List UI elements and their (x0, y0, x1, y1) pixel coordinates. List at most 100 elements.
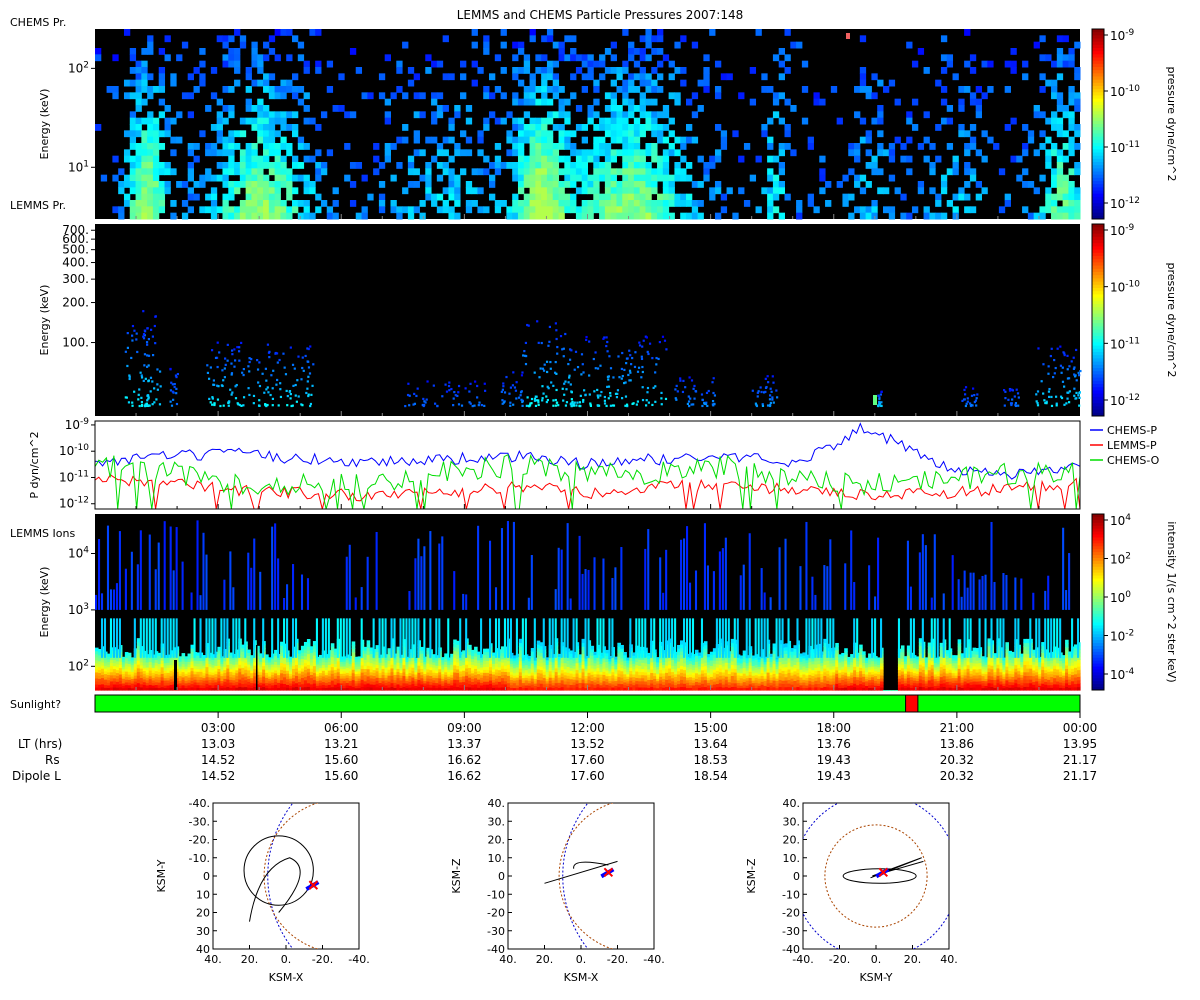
heat-cell (216, 98, 223, 106)
heat-cell (152, 162, 160, 169)
heat-cell (535, 117, 542, 125)
heat-cell (257, 193, 264, 201)
heat-cell (147, 212, 154, 220)
heat-cell (605, 336, 608, 339)
heat-cell (512, 193, 519, 201)
heat-cell (610, 67, 617, 74)
heat-cell (900, 212, 907, 220)
heat-cell (251, 174, 258, 182)
heat-cell (263, 155, 270, 163)
heat-cell (1051, 117, 1058, 125)
heat-cell (940, 181, 948, 188)
heat-cell (706, 404, 709, 408)
heat-cell (245, 200, 252, 207)
heat-cell (622, 79, 629, 87)
heat-cell (135, 92, 142, 100)
legend-label: CHEMS-P (1107, 424, 1157, 437)
heat-cell (530, 397, 534, 401)
heat-cell (564, 162, 571, 169)
heat-cell (587, 155, 594, 163)
heat-cell (284, 373, 288, 376)
heat-cell (871, 206, 878, 214)
heat-cell (651, 155, 658, 163)
heat-cell (1017, 404, 1020, 407)
heat-cell (512, 174, 519, 182)
heat-cell (483, 124, 490, 131)
heat-cell (234, 67, 241, 74)
heat-cell (523, 124, 531, 131)
heat-cell (757, 390, 760, 393)
heat-cell (558, 200, 565, 207)
heat-cell (1063, 403, 1066, 406)
heat-cell (373, 155, 380, 163)
heat-cell (257, 124, 264, 131)
heat-cell (946, 117, 954, 125)
heat-cell (181, 653, 186, 657)
heat-cell (923, 111, 930, 119)
heat-cell (768, 398, 772, 401)
heat-cell (1062, 111, 1069, 119)
heat-cell (877, 394, 880, 397)
heat-cell (477, 404, 480, 407)
heat-cell (448, 155, 455, 163)
heat-cell (1016, 392, 1020, 395)
heat-cell (610, 155, 617, 163)
heat-cell (929, 162, 936, 169)
heat-cell (1036, 404, 1040, 407)
heat-cell (703, 162, 710, 169)
heat-cell (351, 648, 356, 653)
heat-cell (676, 390, 679, 393)
heat-cell (674, 98, 681, 106)
heat-cell (248, 393, 251, 397)
heat-cell (171, 390, 174, 393)
heat-cell (610, 41, 617, 49)
heat-cell (396, 86, 403, 93)
heat-cell (419, 212, 426, 220)
heat-cell (147, 41, 154, 49)
heat-cell (587, 105, 594, 112)
heat-cell (286, 168, 293, 176)
heat-cell (263, 187, 270, 195)
heat-cell (888, 155, 896, 163)
heat-cell (442, 35, 449, 43)
heat-cell (604, 130, 612, 138)
heat-cell (686, 402, 690, 406)
heat-cell (154, 569, 157, 610)
heat-cell (767, 174, 774, 182)
heat-cell (1068, 136, 1075, 144)
heat-cell (552, 111, 560, 119)
heat-cell (280, 206, 287, 214)
heat-cell (234, 130, 241, 138)
heat-cell (564, 181, 571, 188)
heat-cell (680, 212, 687, 220)
heat-cell (145, 341, 149, 344)
heat-cell (263, 86, 270, 93)
heat-cell (230, 349, 234, 352)
heat-cell (1004, 124, 1011, 131)
heat-cell (604, 143, 612, 150)
heat-cell (367, 193, 374, 201)
heat-cell (651, 206, 658, 214)
heat-cell (622, 111, 629, 119)
heat-cell (772, 111, 780, 119)
heat-cell (546, 398, 549, 402)
heat-cell (854, 174, 861, 182)
heat-cell (563, 382, 566, 385)
heat-cell (457, 403, 461, 406)
heat-cell (150, 328, 153, 331)
heat-cell (732, 130, 739, 138)
heat-cell (309, 404, 312, 408)
heat-cell (253, 618, 256, 658)
heat-cell (112, 86, 119, 93)
heat-cell (330, 643, 335, 648)
heat-cell (635, 403, 638, 406)
heat-cell (303, 92, 310, 100)
heat-cell (651, 48, 658, 55)
heat-cell (1066, 368, 1069, 371)
heat-cell (222, 35, 229, 43)
heat-cell (141, 98, 148, 106)
heat-cell (214, 618, 217, 658)
heat-cell (1074, 98, 1081, 106)
heat-cell (558, 193, 565, 201)
heat-cell (146, 399, 149, 402)
